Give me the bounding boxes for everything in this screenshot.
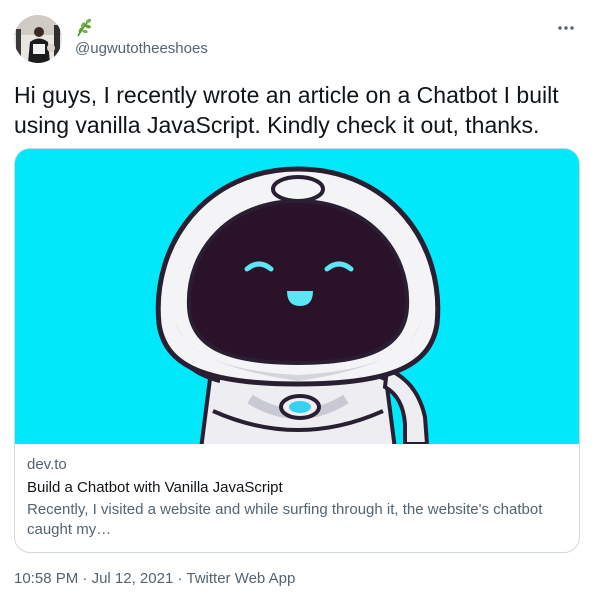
tweet: @ugwutotheeshoes Hi guys, I recently wro… [0, 0, 594, 603]
card-title: Build a Chatbot with Vanilla JavaScript [27, 479, 283, 496]
ellipsis-icon [558, 26, 574, 30]
more-options-button[interactable] [556, 20, 576, 36]
card-domain: dev.to [27, 456, 67, 473]
herb-emoji-icon [77, 18, 92, 37]
card-body[interactable]: dev.to Build a Chatbot with Vanilla Java… [27, 455, 567, 540]
avatar[interactable] [14, 15, 62, 63]
meta-separator: · [173, 570, 187, 587]
avatar-photo-icon [14, 15, 62, 63]
meta-separator: · [78, 570, 92, 587]
tweet-meta: 10:58 PM · Jul 12, 2021 · Twitter Web Ap… [14, 569, 295, 589]
tweet-time[interactable]: 10:58 PM [14, 570, 78, 587]
card-description: Recently, I visited a website and while … [27, 501, 543, 538]
tweet-date[interactable]: Jul 12, 2021 [92, 570, 174, 587]
card-image[interactable] [15, 149, 579, 444]
tweet-text: Hi guys, I recently wrote an article on … [14, 82, 559, 138]
link-preview-card[interactable]: dev.to Build a Chatbot with Vanilla Java… [14, 148, 580, 553]
user-handle[interactable]: @ugwutotheeshoes [75, 39, 208, 59]
waving-robot-illustration [15, 149, 579, 444]
tweet-source[interactable]: Twitter Web App [186, 570, 295, 587]
